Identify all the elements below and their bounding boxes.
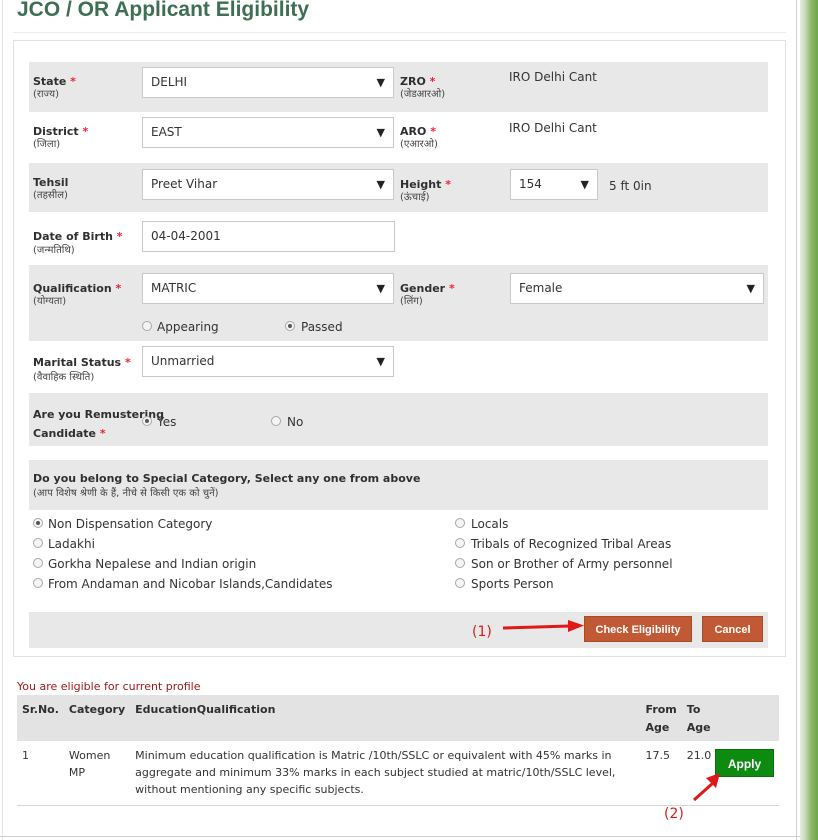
height-feet-inches: 5 ft 0in (609, 179, 652, 193)
results-header-row: Sr.No. Category EducationQualification F… (17, 695, 779, 741)
qualification-hindi: (योग्यता) (33, 296, 67, 307)
height-select[interactable]: 154 ▼ (510, 169, 598, 200)
zro-label: ZRO * (400, 75, 436, 88)
qualification-select[interactable]: MATRIC ▼ (142, 273, 394, 304)
chevron-down-icon: ▼ (376, 282, 385, 295)
special-category-hindi: (आप विशेष श्रेणी के हैं, नीचे से किसी एक… (33, 488, 219, 499)
annotation-arrow-right (502, 620, 584, 632)
row-tehsil: Tehsil (तहसील) Preet Vihar ▼ Height * (ऊं… (29, 163, 768, 212)
row-marital: Marital Status * (वैवाहिक स्थिति) Unmarr… (29, 341, 768, 393)
aro-value: IRO Delhi Cant (509, 121, 597, 135)
col-education: EducationQualification (135, 703, 276, 716)
cell-from-age: 17.5 (645, 749, 671, 762)
non-dispensation-label: Non Dispensation Category (48, 517, 213, 531)
remuster-no-radio[interactable] (271, 416, 281, 426)
chevron-down-icon: ▼ (580, 178, 589, 191)
marital-hindi: (वैवाहिक स्थिति) (33, 372, 95, 383)
sports-person-label: Sports Person (471, 577, 554, 591)
passed-label: Passed (301, 320, 343, 334)
cell-sr: 1 (22, 749, 29, 762)
gender-hindi: (लिंग) (400, 296, 423, 307)
aro-hindi: (एआरओ) (400, 139, 438, 150)
zro-hindi: (जेडआरओ) (400, 89, 446, 100)
state-select[interactable]: DELHI ▼ (142, 67, 394, 98)
qualification-label: Qualification * (33, 282, 122, 295)
remuster-yes-radio[interactable] (142, 416, 152, 426)
special-category-header: Do you belong to Special Category, Selec… (29, 460, 768, 510)
district-hindi: (जिला) (33, 139, 61, 150)
col-action (716, 695, 779, 741)
son-brother-label: Son or Brother of Army personnel (471, 557, 673, 571)
check-eligibility-button[interactable]: Check Eligibility (584, 616, 692, 642)
results-table: Sr.No. Category EducationQualification F… (17, 695, 779, 806)
marital-select[interactable]: Unmarried ▼ (142, 346, 394, 377)
tehsil-label: Tehsil (33, 176, 69, 189)
row-district: District * (जिला) EAST ▼ ARO * (एआरओ) IRO… (29, 112, 768, 163)
col-sr: Sr.No. (22, 703, 59, 716)
cell-category: Women MP (68, 749, 111, 779)
appearing-label: Appearing (157, 320, 219, 334)
right-green-edge (800, 0, 818, 840)
tribals-radio[interactable] (455, 538, 465, 548)
eligible-message: You are eligible for current profile (17, 680, 201, 693)
row-state: State * (राज्य) DELHI ▼ ZRO * (जेडआरओ) IR… (29, 62, 768, 112)
col-to-age: To Age (686, 703, 711, 734)
dob-hindi: (जन्मतिथि) (33, 245, 75, 256)
aro-label: ARO * (400, 125, 436, 138)
special-category-title: Do you belong to Special Category, Selec… (33, 472, 421, 485)
cancel-button[interactable]: Cancel (702, 616, 763, 642)
ladakhi-label: Ladakhi (48, 537, 95, 551)
non-dispensation-radio[interactable] (33, 518, 43, 528)
chevron-down-icon: ▼ (376, 355, 385, 368)
passed-radio[interactable] (285, 321, 295, 331)
gorkha-label: Gorkha Nepalese and Indian origin (48, 557, 257, 571)
gender-label: Gender * (400, 282, 455, 295)
annotation-arrow-up (692, 773, 720, 802)
tribals-label: Tribals of Recognized Tribal Areas (471, 537, 672, 551)
remuster-no-label: No (287, 415, 304, 429)
sports-person-radio[interactable] (455, 578, 465, 588)
remuster-yes-label: Yes (157, 415, 177, 429)
state-hindi: (राज्य) (33, 89, 60, 100)
andaman-label: From Andaman and Nicobar Islands,Candida… (48, 577, 333, 591)
appearing-radio[interactable] (142, 321, 152, 331)
gender-select[interactable]: Female ▼ (510, 273, 764, 304)
bottom-border (0, 836, 800, 837)
height-hindi: (ऊंचाई) (400, 192, 430, 203)
tehsil-hindi: (तहसील) (33, 190, 68, 201)
title-divider (13, 32, 786, 33)
chevron-down-icon: ▼ (376, 76, 385, 89)
locals-radio[interactable] (455, 518, 465, 528)
col-category: Category (68, 703, 126, 716)
district-label: District * (33, 125, 89, 138)
chevron-down-icon: ▼ (376, 126, 385, 139)
ladakhi-radio[interactable] (33, 538, 43, 548)
annotation-two: (2) (664, 806, 684, 822)
chevron-down-icon: ▼ (746, 282, 755, 295)
left-border (2, 0, 3, 840)
height-label: Height * (400, 178, 452, 191)
district-select[interactable]: EAST ▼ (142, 117, 394, 148)
right-border (796, 0, 797, 840)
chevron-down-icon: ▼ (376, 178, 385, 191)
page-title: JCO / OR Applicant Eligibility (17, 0, 310, 21)
locals-label: Locals (471, 517, 509, 531)
row-qualification: Qualification * (योग्यता) MATRIC ▼ Appear… (29, 265, 768, 341)
col-from-age: From Age (645, 703, 677, 734)
marital-label: Marital Status * (33, 356, 131, 369)
gorkha-radio[interactable] (33, 558, 43, 568)
son-brother-radio[interactable] (455, 558, 465, 568)
annotation-one: (1) (472, 624, 492, 640)
andaman-radio[interactable] (33, 578, 43, 588)
dob-input[interactable]: 04-04-2001 (142, 221, 395, 252)
row-dob: Date of Birth * (जन्मतिथि) 04-04-2001 (29, 212, 768, 265)
table-row: 1 Women MP Minimum education qualificatio… (17, 741, 779, 805)
state-label: State * (33, 75, 76, 88)
zro-value: IRO Delhi Cant (509, 70, 597, 84)
dob-label: Date of Birth * (33, 230, 123, 243)
tehsil-select[interactable]: Preet Vihar ▼ (142, 169, 394, 200)
row-remuster: Are you Remustering Candidate * Yes No (29, 393, 768, 446)
cell-education: Minimum education qualification is Matri… (135, 749, 616, 796)
